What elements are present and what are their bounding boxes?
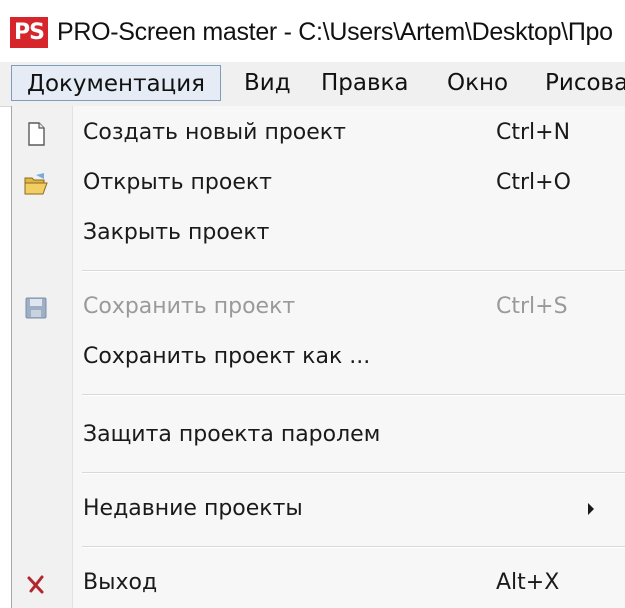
menu-edit[interactable]: Правка — [321, 65, 409, 101]
menu-item-label: Закрыть проект — [83, 220, 270, 245]
menu-view[interactable]: Вид — [244, 65, 291, 101]
menu-separator — [82, 472, 625, 474]
menu-item-label: Выход — [83, 570, 158, 595]
menu-separator — [82, 394, 625, 396]
menu-separator — [82, 546, 625, 548]
open-folder-icon — [24, 173, 48, 195]
title-bar: PS PRO-Screen master - C:\Users\Artem\De… — [0, 0, 625, 62]
shortcut-text: Ctrl+N — [496, 120, 571, 145]
menu-documentation[interactable]: Документация — [11, 65, 221, 101]
exit-cross-icon — [27, 575, 44, 594]
menu-item-open-project[interactable]: Открыть проект Ctrl+O — [12, 158, 625, 208]
menu-item-recent-projects[interactable]: Недавние проекты — [12, 484, 625, 534]
save-icon — [25, 297, 47, 319]
menu-item-label: Создать новый проект — [83, 120, 346, 145]
menu-item-label: Открыть проект — [83, 170, 272, 195]
submenu-arrow-icon — [588, 503, 594, 515]
menu-item-close-project[interactable]: Закрыть проект — [12, 208, 625, 258]
menu-item-exit[interactable]: Выход Alt+X — [12, 558, 625, 608]
menu-draw[interactable]: Рисова — [545, 65, 625, 101]
menu-item-save-project[interactable]: Сохранить проект Ctrl+S — [12, 282, 625, 332]
menu-window[interactable]: Окно — [447, 65, 508, 101]
new-document-icon — [28, 122, 45, 146]
shortcut-text: Ctrl+S — [496, 294, 568, 319]
menu-item-label: Сохранить проект как ... — [83, 344, 371, 369]
menu-item-label: Сохранить проект — [83, 294, 296, 319]
menu-item-label: Недавние проекты — [83, 496, 303, 521]
menu-bar: Документация Вид Правка Окно Рисова — [0, 62, 625, 107]
shortcut-text: Alt+X — [496, 570, 560, 595]
menu-item-password-protect[interactable]: Защита проекта паролем — [12, 410, 625, 460]
menu-item-new-project[interactable]: Создать новый проект Ctrl+N — [12, 108, 625, 158]
menu-separator — [82, 270, 625, 272]
shortcut-text: Ctrl+O — [496, 170, 571, 195]
documentation-dropdown: Создать новый проект Ctrl+N Открыть прое… — [11, 106, 625, 608]
menu-item-save-project-as[interactable]: Сохранить проект как ... — [12, 332, 625, 382]
app-logo-icon: PS — [10, 17, 48, 48]
window-title: PRO-Screen master - C:\Users\Artem\Deskt… — [57, 18, 613, 46]
menu-item-label: Защита проекта паролем — [83, 422, 381, 447]
